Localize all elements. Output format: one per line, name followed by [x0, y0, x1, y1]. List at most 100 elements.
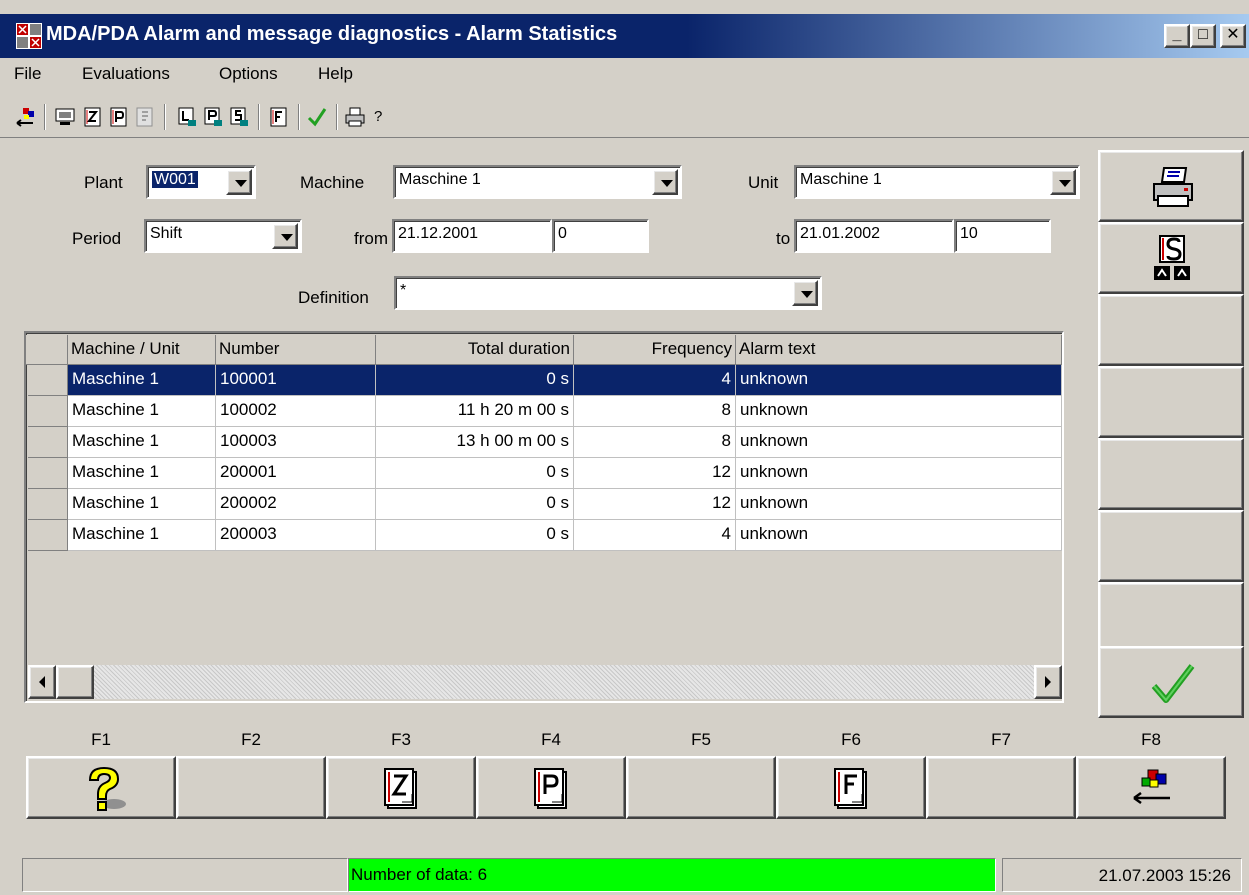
print-button[interactable] — [1098, 150, 1244, 222]
cell-number: 200002 — [216, 489, 376, 520]
toolbar: ? — [0, 98, 1249, 138]
row-header[interactable] — [28, 489, 68, 520]
cell-alarm-text: unknown — [736, 365, 1062, 396]
exit-icon — [1133, 769, 1170, 805]
cell-frequency: 8 — [574, 396, 736, 427]
scroll-thumb[interactable] — [56, 665, 94, 699]
plant-select[interactable]: W001 — [146, 165, 256, 199]
f2-button[interactable] — [176, 756, 326, 819]
title-bar[interactable]: MDA/PDA Alarm and message diagnostics - … — [0, 14, 1249, 58]
cell-duration: 0 s — [376, 489, 574, 520]
exit-icon[interactable] — [14, 106, 36, 128]
alarm-table: Machine / Unit Number Total duration Fre… — [24, 331, 1064, 703]
to-date-input[interactable]: 21.01.2002 — [794, 219, 954, 253]
from-label: from — [354, 229, 388, 248]
panel-button-5[interactable] — [1098, 438, 1244, 510]
f8-exit-button[interactable] — [1076, 756, 1226, 819]
minimize-button[interactable]: _ — [1164, 24, 1190, 48]
cell-duration: 13 h 00 m 00 s — [376, 427, 574, 458]
row-header[interactable] — [28, 396, 68, 427]
f4-report-button[interactable] — [476, 756, 626, 819]
menu-evaluations[interactable]: Evaluations — [82, 64, 170, 84]
column-header-number[interactable]: Number — [216, 335, 376, 365]
statistics-icon — [1154, 235, 1190, 280]
machine-label: Machine — [300, 173, 365, 192]
horizontal-scrollbar[interactable] — [28, 665, 1062, 699]
panel-button-7[interactable] — [1098, 582, 1244, 654]
cell-machine: Maschine 1 — [68, 396, 216, 427]
ok-button[interactable] — [1098, 646, 1244, 718]
from-date-input[interactable]: 21.12.2001 — [392, 219, 552, 253]
monitor-icon[interactable] — [54, 106, 76, 128]
cell-duration: 0 s — [376, 458, 574, 489]
panel-button-6[interactable] — [1098, 510, 1244, 582]
chevron-down-icon[interactable] — [652, 169, 678, 195]
cell-number: 100003 — [216, 427, 376, 458]
cell-number: 200003 — [216, 520, 376, 551]
f7-button[interactable] — [926, 756, 1076, 819]
corner-header — [26, 335, 68, 365]
print-icon[interactable] — [344, 106, 366, 128]
unit-select[interactable]: Maschine 1 — [794, 165, 1080, 199]
menu-options[interactable]: Options — [219, 64, 278, 84]
scroll-left-button[interactable] — [28, 665, 56, 699]
report-3-icon[interactable] — [228, 106, 250, 128]
column-header-machine[interactable]: Machine / Unit — [68, 335, 216, 365]
machine-select[interactable]: Maschine 1 — [393, 165, 682, 199]
chevron-down-icon[interactable] — [272, 223, 298, 249]
checkmark-icon — [1151, 664, 1195, 703]
question-help-icon — [88, 766, 126, 811]
chevron-down-icon[interactable] — [792, 280, 818, 306]
chevron-down-icon[interactable] — [226, 169, 252, 195]
from-shift-input[interactable]: 0 — [552, 219, 649, 253]
f5-button[interactable] — [626, 756, 776, 819]
row-header[interactable] — [28, 427, 68, 458]
report-z-icon[interactable] — [82, 106, 104, 128]
row-header[interactable] — [28, 520, 68, 551]
report-disabled-icon — [136, 107, 153, 127]
cell-alarm-text: unknown — [736, 489, 1062, 520]
plant-label: Plant — [84, 173, 123, 192]
cell-number: 200001 — [216, 458, 376, 489]
cell-machine: Maschine 1 — [68, 427, 216, 458]
fkey-label-f5: F5 — [691, 730, 711, 749]
column-header-alarm-text[interactable]: Alarm text — [736, 335, 1062, 365]
fkey-label-f8: F8 — [1141, 730, 1161, 749]
column-header-frequency[interactable]: Frequency — [574, 335, 736, 365]
panel-button-4[interactable] — [1098, 366, 1244, 438]
menu-help[interactable]: Help — [318, 64, 353, 84]
panel-button-3[interactable] — [1098, 294, 1244, 366]
chevron-down-icon[interactable] — [1050, 169, 1076, 195]
cell-number: 100001 — [216, 365, 376, 396]
column-header-duration[interactable]: Total duration — [376, 335, 574, 365]
report-2-icon[interactable] — [202, 106, 224, 128]
f6-report-button[interactable] — [776, 756, 926, 819]
f3-report-button[interactable] — [326, 756, 476, 819]
cell-duration: 0 s — [376, 365, 574, 396]
row-header[interactable] — [28, 458, 68, 489]
scroll-right-button[interactable] — [1034, 665, 1062, 699]
report-1-icon[interactable] — [176, 106, 198, 128]
app-icon — [16, 23, 42, 49]
fkey-label-f1: F1 — [91, 730, 111, 749]
report-f-icon[interactable] — [268, 106, 290, 128]
help-icon[interactable]: ? — [374, 108, 382, 125]
f1-help-button[interactable] — [26, 756, 176, 819]
row-header[interactable] — [28, 365, 68, 396]
definition-select[interactable]: * — [394, 276, 822, 310]
cell-alarm-text: unknown — [736, 458, 1062, 489]
close-button[interactable]: ✕ — [1220, 24, 1246, 48]
report-z-icon — [384, 768, 417, 809]
maximize-button[interactable]: □ — [1190, 24, 1216, 48]
window-title: MDA/PDA Alarm and message diagnostics - … — [46, 23, 618, 45]
cell-machine: Maschine 1 — [68, 520, 216, 551]
report-p-icon[interactable] — [108, 106, 130, 128]
menu-file[interactable]: File — [14, 64, 41, 84]
period-select[interactable]: Shift — [144, 219, 302, 253]
cell-alarm-text: unknown — [736, 396, 1062, 427]
statistics-button[interactable] — [1098, 222, 1244, 294]
confirm-icon[interactable] — [306, 106, 328, 128]
status-left-panel — [22, 858, 348, 892]
to-shift-input[interactable]: 10 — [954, 219, 1051, 253]
cell-machine: Maschine 1 — [68, 365, 216, 396]
